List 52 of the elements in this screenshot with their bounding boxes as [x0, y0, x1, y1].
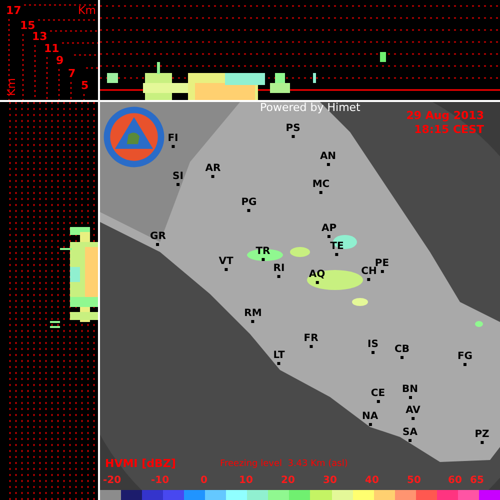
city-label: BN: [402, 385, 418, 399]
city-label: PS: [286, 124, 300, 138]
city-label: NA: [362, 412, 378, 426]
city-label: TE: [330, 242, 344, 256]
scale-tick-label: -10: [150, 476, 170, 486]
unit-label: Km: [78, 5, 96, 16]
scale-tick-label: 40: [365, 476, 379, 486]
freezing-level-text: Freezing level 3.43 Km (asl): [220, 460, 348, 469]
city-label: MC: [312, 180, 330, 194]
altitude-label: 13: [32, 31, 48, 42]
city-label: AP: [321, 224, 337, 238]
city-label: IS: [368, 340, 378, 354]
city-label: RI: [273, 264, 285, 278]
scale-tick-label: 0: [200, 476, 208, 486]
scale-tick-label: 10: [239, 476, 253, 486]
scale-tick-label: 30: [323, 476, 337, 486]
city-label: TR: [256, 247, 270, 261]
city-label: FI: [168, 134, 178, 148]
city-label: SA: [402, 428, 418, 442]
altitude-label: 15: [20, 20, 36, 31]
city-label: AQ: [308, 270, 326, 284]
city-label: GR: [150, 232, 166, 246]
credit-text: Powered by Himet: [260, 102, 360, 113]
city-label: CH: [361, 267, 377, 281]
logo-drawing: [103, 106, 165, 168]
city-label: RM: [244, 309, 262, 323]
city-label: VT: [218, 257, 234, 271]
city-label: AV: [406, 406, 420, 420]
altitude-label: 7: [68, 68, 76, 79]
scale-tick-label: 50: [407, 476, 421, 486]
city-label: CB: [394, 345, 410, 359]
date-text: 29 Aug 2013: [406, 110, 484, 121]
city-label: PE: [374, 259, 390, 273]
scale-tick-label: 60: [448, 476, 462, 486]
city-label: SI: [172, 172, 184, 186]
product-label: HVMI [dBZ]: [105, 458, 176, 469]
scale-tick-label: 20: [281, 476, 295, 486]
scale-tick-label: -20: [102, 476, 122, 486]
altitude-label: 5: [81, 80, 89, 91]
city-label: CE: [370, 389, 386, 403]
city-label: PG: [241, 198, 257, 212]
city-label: AR: [205, 164, 221, 178]
city-label: PZ: [474, 430, 490, 444]
time-text: 18:15 CEST: [414, 124, 484, 135]
altitude-label: 17: [6, 5, 22, 16]
altitude-label: 9: [56, 55, 64, 66]
altitude-label: 11: [44, 43, 60, 54]
scale-tick-label: 65: [470, 476, 484, 486]
city-label: FG: [457, 352, 473, 366]
city-label: LT: [273, 351, 285, 365]
city-label: FR: [304, 334, 318, 348]
city-label: AN: [320, 152, 336, 166]
